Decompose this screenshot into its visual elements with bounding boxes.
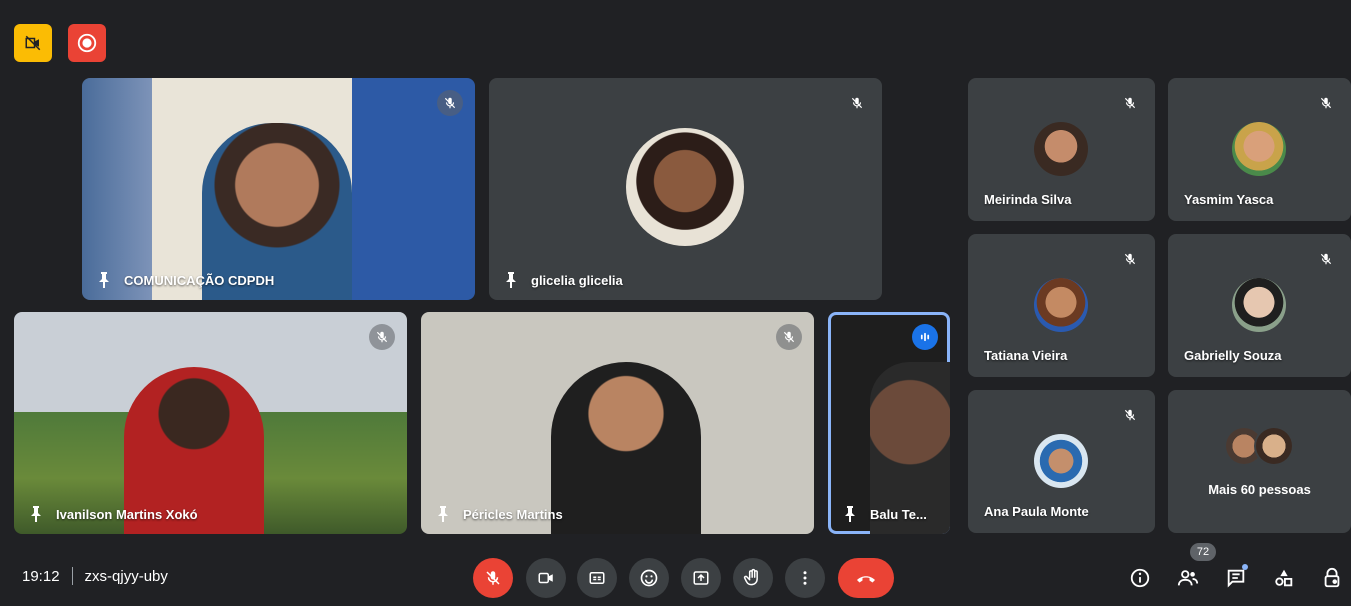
mic-muted-icon — [437, 90, 463, 116]
more-participants-tile[interactable]: Mais 60 pessoas — [1168, 390, 1351, 533]
host-controls-button[interactable] — [1316, 562, 1348, 594]
participant-tile[interactable]: Ivanilson Martins Xokó — [14, 312, 407, 534]
camera-icon — [538, 572, 553, 584]
participant-video — [551, 362, 701, 534]
participant-name: Ivanilson Martins Xokó — [30, 506, 198, 522]
participant-name-label: Balu Te... — [870, 506, 927, 522]
mic-muted-icon — [776, 324, 802, 350]
people-icon — [1177, 570, 1199, 586]
mic-off-button[interactable] — [473, 558, 513, 598]
more-participants-label: Mais 60 pessoas — [1208, 482, 1311, 497]
participants-count-badge: 72 — [1190, 543, 1216, 561]
activities-button[interactable] — [1268, 562, 1300, 594]
mic-muted-icon — [844, 90, 870, 116]
participant-name: Meirinda Silva — [984, 192, 1072, 207]
participant-tile[interactable]: Tatiana Vieira — [968, 234, 1155, 377]
participant-avatar — [1034, 122, 1088, 176]
participant-name-label: Péricles Martins — [463, 506, 563, 522]
participant-name: Ana Paula Monte — [984, 504, 1089, 519]
participant-name-label: Ivanilson Martins Xokó — [56, 506, 198, 522]
divider — [71, 567, 73, 585]
people-button[interactable] — [1172, 562, 1204, 594]
participant-avatar — [626, 128, 744, 246]
leave-call-button[interactable] — [838, 558, 894, 598]
participant-name: Péricles Martins — [437, 506, 563, 522]
raise-hand-icon — [743, 568, 758, 586]
pin-icon[interactable] — [844, 506, 856, 522]
captions-button[interactable] — [577, 558, 617, 598]
host-controls-icon — [1324, 567, 1340, 588]
meeting-details-button[interactable] — [1124, 562, 1156, 594]
activities-icon — [1275, 569, 1293, 587]
participant-avatar — [1232, 278, 1286, 332]
emoji-icon — [640, 569, 658, 587]
record-icon[interactable] — [68, 24, 106, 62]
mic-off-icon — [486, 571, 500, 585]
pin-icon[interactable] — [98, 272, 110, 288]
unread-dot — [1242, 564, 1248, 570]
chat-button[interactable] — [1220, 562, 1252, 594]
mic-muted-icon — [1117, 90, 1143, 116]
participant-tile[interactable]: COMUNICAÇÃO CDPDH — [82, 78, 475, 300]
raise-hand-button[interactable] — [733, 558, 773, 598]
camera-off-icon[interactable] — [14, 24, 52, 62]
participant-avatar — [1034, 278, 1088, 332]
mic-muted-icon — [1313, 246, 1339, 272]
participant-tile[interactable]: Gabrielly Souza — [1168, 234, 1351, 377]
participant-tile[interactable]: Ana Paula Monte — [968, 390, 1155, 533]
mic-muted-icon — [1117, 246, 1143, 272]
participant-tile[interactable]: Péricles Martins — [421, 312, 814, 534]
participant-name-label: glicelia glicelia — [531, 272, 623, 288]
participant-name: Gabrielly Souza — [1184, 348, 1282, 363]
more-options-button[interactable] — [785, 558, 825, 598]
participant-name: COMUNICAÇÃO CDPDH — [98, 272, 274, 288]
participant-avatar — [1232, 122, 1286, 176]
chat-icon — [1227, 569, 1245, 588]
mic-muted-icon — [1117, 402, 1143, 428]
emoji-button[interactable] — [629, 558, 669, 598]
present-icon — [693, 571, 709, 585]
captions-icon — [589, 572, 605, 584]
meeting-code: zxs-qjyy-uby — [84, 567, 168, 585]
participant-tile[interactable]: Yasmim Yasca — [1168, 78, 1351, 221]
info-icon — [1130, 568, 1150, 588]
present-button[interactable] — [681, 558, 721, 598]
mic-muted-icon — [1313, 90, 1339, 116]
audio-level-icon — [912, 324, 938, 350]
clock: 19:12 — [22, 567, 60, 585]
participant-tile[interactable]: Meirinda Silva — [968, 78, 1155, 221]
pin-icon[interactable] — [505, 272, 517, 288]
participant-avatar — [1034, 434, 1088, 488]
end-call-icon — [857, 576, 875, 583]
participant-tile-speaking[interactable]: Balu Te... — [828, 312, 950, 534]
participant-name: glicelia glicelia — [505, 272, 623, 288]
pin-icon[interactable] — [30, 506, 42, 522]
participant-name: Tatiana Vieira — [984, 348, 1068, 363]
participant-name: Yasmim Yasca — [1184, 192, 1274, 207]
participant-name-label: COMUNICAÇÃO CDPDH — [124, 272, 275, 288]
mic-muted-icon — [369, 324, 395, 350]
participant-tile[interactable]: glicelia glicelia — [489, 78, 882, 300]
pin-icon[interactable] — [437, 506, 449, 522]
participant-name: Balu Te... — [844, 506, 927, 522]
camera-button[interactable] — [526, 558, 566, 598]
participant-avatar — [1256, 428, 1292, 464]
meeting-info: 19:12 zxs-qjyy-uby — [22, 567, 168, 585]
more-icon — [803, 571, 807, 585]
